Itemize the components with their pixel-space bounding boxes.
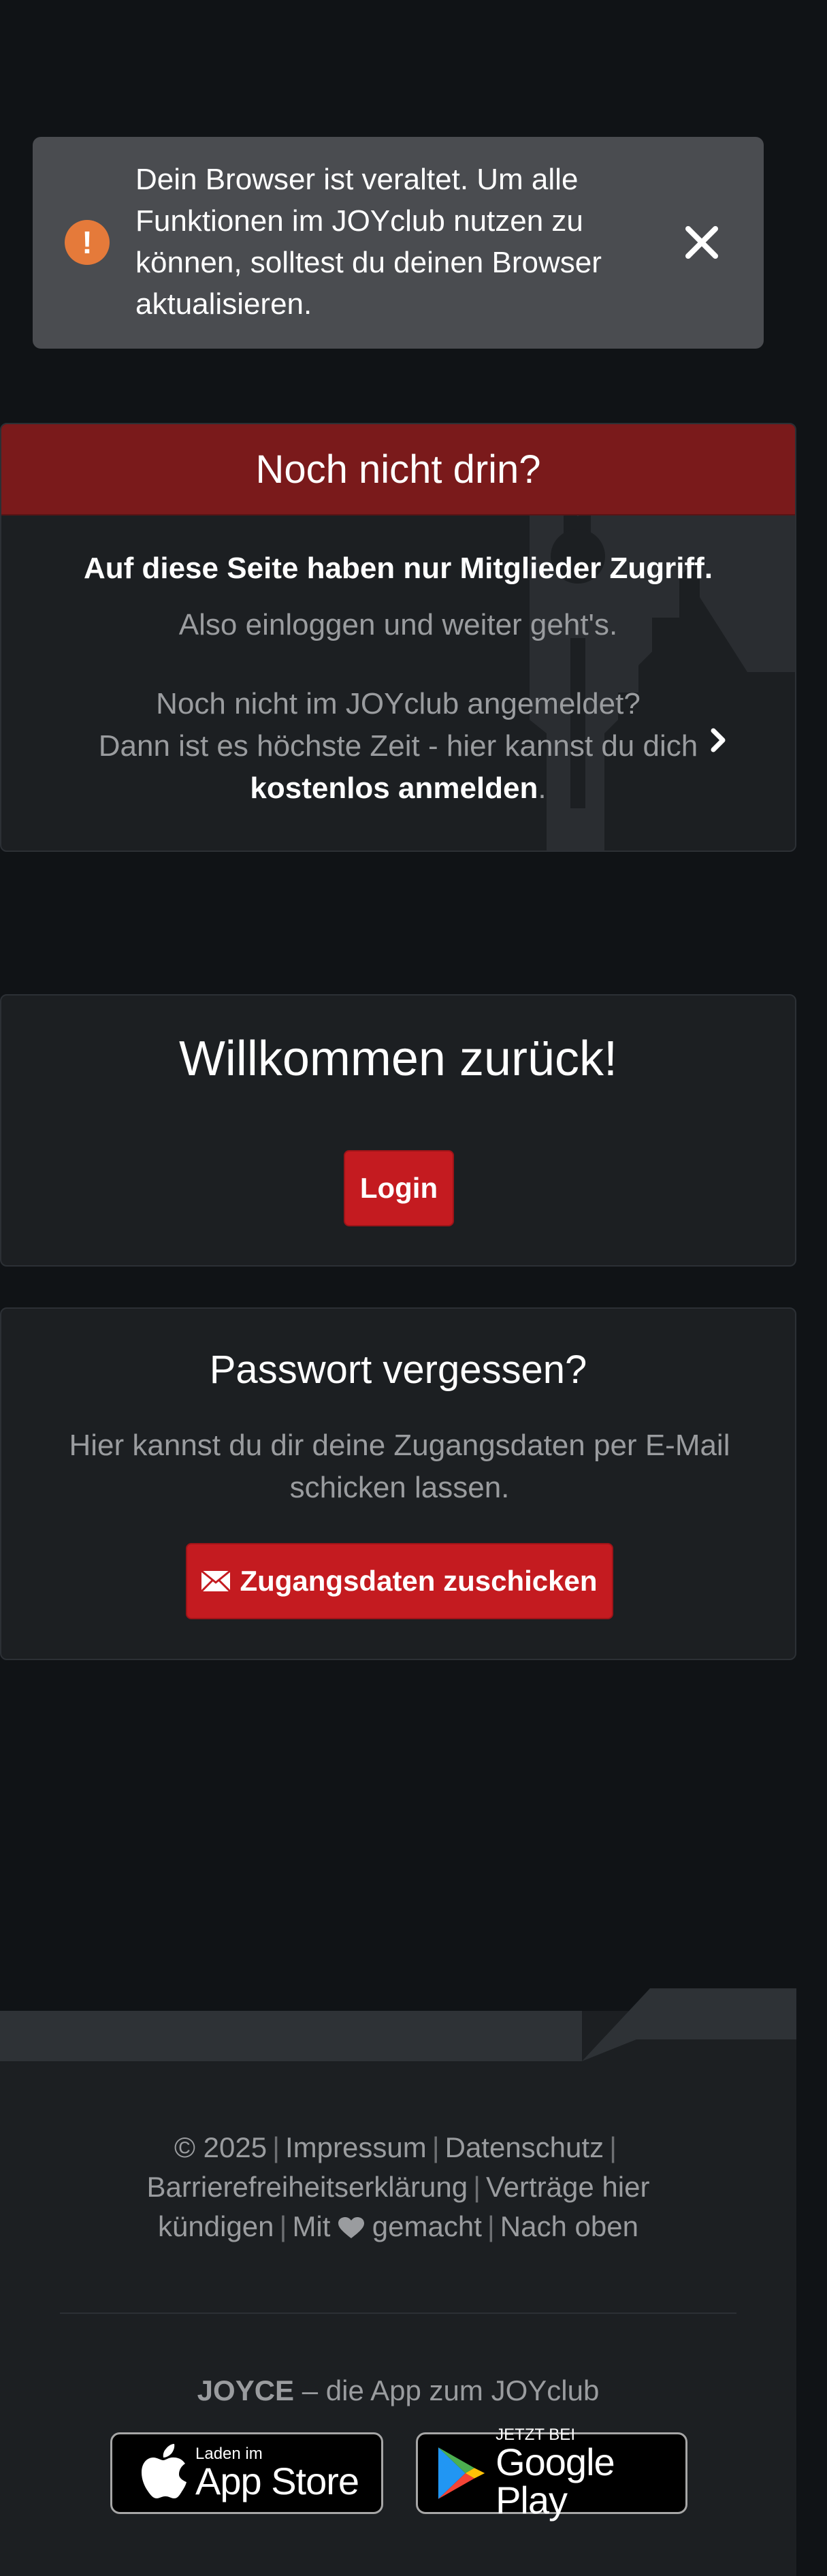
password-title: Passwort vergessen? <box>209 1348 587 1392</box>
google-play-icon <box>438 2447 485 2499</box>
password-panel: Passwort vergessen? Hier kannst du dir d… <box>0 1307 796 1660</box>
scrollbar-track[interactable] <box>796 0 827 2576</box>
google-play-badge[interactable]: JETZT BEI Google Play <box>416 2427 687 2519</box>
send-credentials-button[interactable]: Zugangsdaten zuschicken <box>186 1543 613 1619</box>
app-store-big: App Store <box>195 2460 359 2502</box>
login-panel: Willkommen zurück! Login <box>0 994 796 1267</box>
signup-hint: Noch nicht im JOYclub angemeldet? Dann i… <box>1 683 795 810</box>
exclamation-icon: ! <box>65 220 110 265</box>
footer-link-barrierefreiheit[interactable]: Barrierefreiheitserklärung <box>147 2171 468 2203</box>
welcome-title: Willkommen zurück! <box>178 1032 618 1086</box>
members-only-notice: Auf diese Seite haben nur Mitglieder Zug… <box>83 552 713 585</box>
footer-links: © 2025 | Impressum | Datenschutz | Barrierefre… <box>146 2131 650 2242</box>
signup-period: . <box>538 772 547 805</box>
apple-icon <box>142 2444 187 2498</box>
signup-link[interactable]: kostenlos anmelden <box>250 772 538 805</box>
alert-close-button[interactable] <box>670 211 733 274</box>
app-brand: JOYCE <box>197 2374 295 2406</box>
envelope-icon <box>201 1571 231 1591</box>
signup-line-1: Noch nicht im JOYclub angemeldet? <box>156 687 640 720</box>
footer-tab-decoration <box>0 1988 796 2065</box>
members-only-panel: Noch nicht drin? Auf diese Seite haben n… <box>0 423 796 852</box>
login-button-label: Login <box>359 1172 438 1204</box>
alert-message: Dein Browser ist veraltet. Um alle Funkt… <box>135 163 602 321</box>
chevron-right-icon[interactable] <box>708 727 728 754</box>
made-with-suffix: gemacht <box>372 2210 482 2242</box>
signup-line-3: kostenlos anmelden. <box>1 767 795 810</box>
google-play-big: Google Play <box>496 2440 615 2522</box>
made-with-prefix: Mit <box>292 2210 331 2242</box>
login-button[interactable]: Login <box>344 1150 454 1226</box>
send-credentials-label: Zugangsdaten zuschicken <box>240 1565 598 1597</box>
members-only-title: Noch nicht drin? <box>1 424 795 515</box>
password-hint: Hier kannst du dir deine Zugangsdaten pe… <box>69 1429 730 1504</box>
footer-link-impressum[interactable]: Impressum <box>285 2131 427 2163</box>
signup-line-2: Dann ist es höchste Zeit - hier kannst d… <box>98 729 698 763</box>
login-hint: Also einloggen und weiter geht's. <box>178 608 618 641</box>
app-promo-text: – die App zum JOYclub <box>302 2374 600 2406</box>
close-icon <box>685 226 718 259</box>
app-promo: JOYCE – die App zum JOYclub <box>0 2374 796 2407</box>
app-store-badge[interactable]: Laden im App Store <box>110 2432 383 2514</box>
browser-outdated-alert: ! Dein Browser ist veraltet. Um alle Fun… <box>33 137 764 349</box>
heart-icon <box>338 2217 365 2238</box>
copyright: © 2025 <box>174 2131 267 2163</box>
app-store-text: Laden im App Store <box>195 2446 359 2500</box>
back-to-top-link[interactable]: Nach oben <box>500 2210 638 2242</box>
footer-link-datenschutz[interactable]: Datenschutz <box>445 2131 604 2163</box>
google-play-text: JETZT BEI Google Play <box>496 2427 685 2519</box>
footer-divider <box>60 2312 736 2314</box>
